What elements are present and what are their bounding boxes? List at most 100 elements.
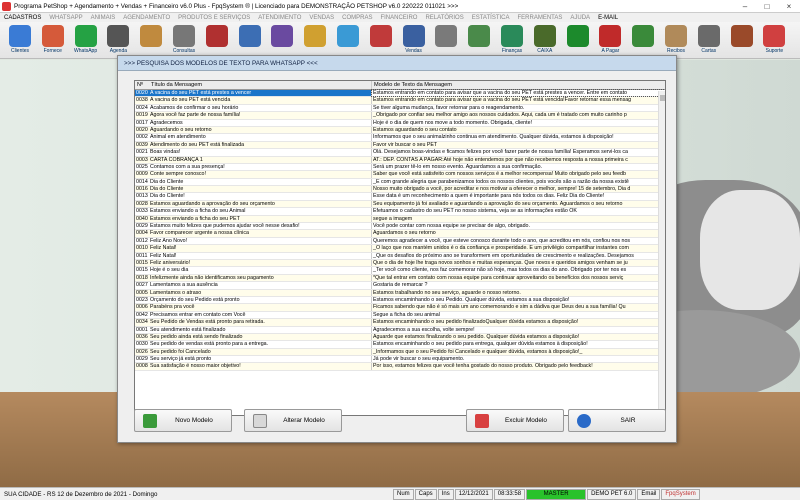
table-row[interactable]: 0025 Contamos com a sua presença! Será um … [135,163,665,172]
table-row[interactable]: 0018 Infelizmente ainda não identificamos… [135,274,665,283]
table-row[interactable]: 0020 A vacina do seu PET está prestes a v… [135,88,665,98]
header-number[interactable]: Nº [135,81,149,89]
table-row[interactable]: 0024 Acabamos de confirmar o seu horário S… [135,104,665,113]
maximize-button[interactable]: □ [756,0,778,13]
templates-grid[interactable]: Nº Título da Mensagem Modelo de Texto da… [134,80,666,416]
table-row[interactable]: 0029 Estamos muito felizes que pudemos aj… [135,223,665,231]
table-row[interactable]: 0006 Parabéns pra você Ficamos sabendo que… [135,304,665,312]
row-title: Estamos aguardando a aprovação do seu or… [149,200,372,208]
table-row[interactable]: 0042 Precisamos entrar em contato com Voc… [135,311,665,320]
table-row[interactable]: 0028 Estamos aguardando a aprovação do se… [135,200,665,209]
table-row[interactable]: 0040 Estamos enviando a ficha do seu PET s… [135,215,665,224]
menu-item-3[interactable]: Agendamento [119,15,174,21]
header-title[interactable]: Título da Mensagem [149,81,372,89]
toolbar-button-11[interactable] [367,23,395,57]
toolbar-button-7[interactable] [236,23,264,57]
toolbar-button-21[interactable]: Cartas [695,23,723,57]
toolbar-button-1[interactable]: Fornece [39,23,67,57]
toolbar-button-4[interactable] [137,23,165,57]
exit-button[interactable]: SAIR [568,409,666,432]
table-row[interactable]: 0019 Agora você faz parte de nossa famíli… [135,112,665,120]
menu-item-1[interactable]: Whatsapp [45,15,86,21]
menu-item-8[interactable]: Financeiro [376,15,421,21]
row-template: *Que tal entrar em contato com nossa equ… [373,274,624,281]
table-row[interactable]: 0014 Dia do Cliente _É com grande alegria … [135,178,665,187]
row-number: 0039 [136,141,148,148]
table-row[interactable]: 0011 Feliz Natal! _Que os desafios do próx… [135,252,665,260]
toolbar-button-17[interactable] [564,23,592,57]
table-row[interactable]: 0036 Seu pedido ainda está sendo finaliza… [135,333,665,342]
table-row[interactable]: 0027 Lamentamos a sua ausência Gostaria de… [135,282,665,290]
menu-item-2[interactable]: Animais [87,15,120,21]
toolbar-button-22[interactable] [728,23,756,57]
toolbar-button-6[interactable] [203,23,231,57]
table-row[interactable]: 0002 Animal em atendimento Informamos que … [135,134,665,142]
toolbar-button-9[interactable] [301,23,329,57]
menu-item-0[interactable]: Cadastros [0,15,45,21]
table-row[interactable]: 0005 Lamentamos o atraso Estamos trabalhan… [135,289,665,297]
menu-item-10[interactable]: Estatística [468,15,514,21]
table-row[interactable]: 0008 Sua satisfação é nosso maior objetiv… [135,363,665,371]
table-row[interactable]: 0021 Boas vindas! Olá. Desejamos boas-vind… [135,149,665,157]
toolbar-button-18[interactable]: A Pagar [596,23,624,57]
minimize-button[interactable]: – [734,0,756,13]
toolbar-button-0[interactable]: Clientes [6,23,34,57]
menu-item-9[interactable]: Relatórios [421,15,467,21]
toolbar-button-20[interactable]: Recibos [662,23,690,57]
toolbar-button-13[interactable] [432,23,460,57]
table-row[interactable]: 0012 Feliz Ano Novo! Queremos agradecer a … [135,237,665,246]
toolbar-button-5[interactable]: Consultas [170,23,198,57]
toolbar-button-10[interactable] [334,23,362,57]
table-row[interactable]: 0016 Dia do Cliente Nosso muito obrigado a… [135,186,665,194]
delete-template-button[interactable]: Excluir Modelo [466,409,564,432]
scroll-thumb[interactable] [660,95,665,101]
row-template: Gostaria de remarcar ? [373,282,428,289]
table-row[interactable]: 0020 Aguardando o seu retorno Estamos agua… [135,126,665,135]
menu-item-5[interactable]: Atendimento [254,15,305,21]
menu-item-4[interactable]: Produtos e Serviços [174,15,254,21]
toolbar-button-3[interactable]: Agenda [104,23,132,57]
table-row[interactable]: 0033 Estamos enviando a ficha do seu Anim… [135,208,665,216]
header-template[interactable]: Modelo de Texto da Mensagem [372,81,665,89]
table-row[interactable]: 0003 CARTA COBRANÇA 1 AT.: DEP. CONTAS A P… [135,156,665,164]
table-row[interactable]: 0013 Dia do Cliente! Esse data é um reconh… [135,193,665,201]
toolbar-button-15[interactable]: Finanças [498,23,526,57]
table-row[interactable]: 0029 Seu serviço já está pronto Já pode vi… [135,356,665,364]
toolbar-button-16[interactable]: CAIXA [531,23,559,57]
table-row[interactable]: 0017 Agradecemos Hoje é o dia de quem nos … [135,119,665,127]
toolbar-button-14[interactable] [465,23,493,57]
menu-item-6[interactable]: Vendas [305,15,338,21]
new-template-button[interactable]: Novo Modelo [134,409,232,432]
grid-scrollbar[interactable] [658,91,665,415]
table-row[interactable]: 0039 Atendimento do seu PET está finaliza… [135,141,665,150]
table-row[interactable]: 0010 Feliz Natal! _O laço que nos mantém u… [135,245,665,253]
table-row[interactable]: 0038 A vacina do seu PET está vencida Esta… [135,97,665,105]
exit-label: SAIR [620,417,636,424]
table-row[interactable]: 0001 Seu atendimento está finalizado Agrad… [135,326,665,334]
table-row[interactable]: 0015 Hoje é o seu dia _Ter você como clien… [135,267,665,275]
table-row[interactable]: 0015 Feliz aniversário! Que o dia de hoje … [135,259,665,268]
toolbar-button-8[interactable] [268,23,296,57]
menu-item-12[interactable]: Ajuda [566,15,594,21]
status-email[interactable]: Email [637,488,661,500]
table-row[interactable]: 0030 Seu pedido de vendas está pronto par… [135,341,665,349]
table-row[interactable]: 0026 Seu pedido foi Cancelado _Informamos … [135,348,665,357]
table-row[interactable]: 0023 Orçamento do seu Pedido está pronto E… [135,296,665,305]
row-title: Dia do Cliente [149,178,372,186]
table-row[interactable]: 0004 Favor comparecer urgente a nossa clí… [135,230,665,238]
toolbar-button-2[interactable]: WhatsApp [72,23,100,57]
table-row[interactable]: 0009 Conte sempre conosco! Saber que você … [135,171,665,179]
table-row[interactable]: 0034 Seu Pedido de Vendas está pronto par… [135,319,665,327]
row-number: 0020 [136,126,148,133]
menu-item-13[interactable]: E-MAIL [594,15,622,21]
toolbar-label-15: Finanças [501,48,523,54]
toolbar-button-23[interactable]: Suporte [760,23,788,57]
row-title: Feliz aniversário! [149,259,372,267]
edit-template-button[interactable]: Alterar Modelo [244,409,342,432]
toolbar-button-19[interactable] [629,23,657,57]
toolbar-button-12[interactable]: Vendas [400,23,428,57]
menu-item-7[interactable]: Compras [338,15,376,21]
menu-item-11[interactable]: Ferramentas [513,15,566,21]
row-title: Acabamos de confirmar o seu horário [149,104,372,112]
close-button[interactable]: × [778,0,800,13]
